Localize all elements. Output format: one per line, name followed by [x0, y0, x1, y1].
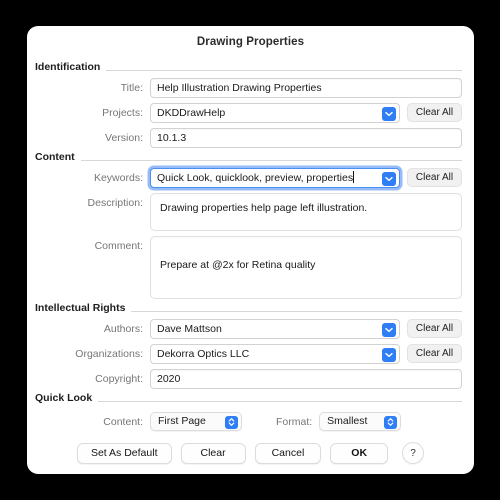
chevron-up-down-icon[interactable]: [384, 415, 398, 429]
quick-look-format-label: Format:: [276, 415, 313, 428]
projects-label: Projects:: [102, 107, 143, 119]
dialog-title-bar: Drawing Properties: [27, 26, 474, 58]
keywords-combobox[interactable]: Quick Look, quicklook, preview, properti…: [150, 168, 400, 188]
quick-look-format-popup[interactable]: Smallest: [319, 412, 402, 431]
description-textarea[interactable]: Drawing properties help page left illust…: [150, 193, 462, 231]
authors-combobox[interactable]: Dave Mattson: [150, 319, 400, 339]
section-divider: [106, 69, 462, 71]
section-label-identification: Identification: [35, 61, 101, 73]
section-label-intellectual-rights: Intellectual Rights: [35, 302, 126, 314]
row-keywords: Keywords: Quick Look, quicklook, preview…: [27, 168, 474, 188]
row-projects: Projects: DKDDrawHelp Clear All: [27, 103, 474, 123]
version-label: Version:: [105, 132, 143, 144]
version-input[interactable]: 10.1.3: [150, 128, 462, 148]
page-title: Drawing Properties: [196, 36, 305, 48]
projects-combobox[interactable]: DKDDrawHelp: [150, 103, 400, 123]
row-authors: Authors: Dave Mattson Clear All: [27, 319, 474, 339]
chevron-down-icon[interactable]: [382, 172, 396, 186]
description-label: Description:: [87, 197, 143, 209]
organizations-combobox[interactable]: Dekorra Optics LLC: [150, 344, 400, 364]
section-header-identification: Identification: [27, 61, 474, 73]
comment-textarea[interactable]: Prepare at @2x for Retina quality: [150, 236, 462, 299]
quick-look-content-value: First Page: [158, 415, 206, 427]
authors-value: Dave Mattson: [157, 323, 222, 335]
organizations-clear-all-button[interactable]: Clear All: [407, 344, 462, 363]
projects-value: DKDDrawHelp: [157, 107, 226, 119]
chevron-down-icon[interactable]: [382, 348, 396, 362]
clear-button[interactable]: Clear: [180, 442, 246, 464]
keywords-value: Quick Look, quicklook, preview, properti…: [157, 172, 354, 184]
section-label-content: Content: [35, 151, 75, 163]
section-divider: [80, 159, 462, 161]
title-input[interactable]: Help Illustration Drawing Properties: [150, 78, 462, 98]
section-label-quick-look: Quick Look: [35, 392, 93, 404]
quick-look-content-popup[interactable]: First Page: [150, 412, 242, 431]
projects-clear-all-button[interactable]: Clear All: [407, 103, 462, 122]
section-divider: [131, 310, 462, 312]
row-title: Title: Help Illustration Drawing Propert…: [27, 78, 474, 98]
row-organizations: Organizations: Dekorra Optics LLC Clear …: [27, 344, 474, 364]
organizations-label: Organizations:: [75, 348, 143, 360]
chevron-down-icon[interactable]: [382, 107, 396, 121]
row-version: Version: 10.1.3: [27, 128, 474, 148]
keywords-clear-all-button[interactable]: Clear All: [407, 168, 462, 187]
dialog-button-row: Set As Default Clear Cancel OK ?: [27, 442, 474, 464]
chevron-down-icon[interactable]: [382, 323, 396, 337]
cancel-button[interactable]: Cancel: [254, 442, 322, 464]
title-label: Title:: [120, 82, 143, 94]
copyright-label: Copyright:: [95, 373, 143, 385]
comment-label: Comment:: [94, 240, 143, 252]
help-button[interactable]: ?: [402, 442, 425, 464]
row-quick-look-options: Content: First Page Format: Smallest: [27, 412, 474, 431]
quick-look-content-label: Content:: [103, 415, 143, 428]
text-caret: [353, 171, 355, 183]
row-comment: Comment: Prepare at @2x for Retina quali…: [27, 236, 474, 299]
authors-label: Authors:: [103, 323, 143, 335]
keywords-label: Keywords:: [93, 172, 143, 184]
drawing-properties-dialog: Drawing Properties Identification Title:…: [27, 26, 474, 474]
organizations-value: Dekorra Optics LLC: [157, 348, 250, 360]
quick-look-format-value: Smallest: [327, 415, 368, 427]
section-header-intellectual-rights: Intellectual Rights: [27, 302, 474, 314]
set-as-default-button[interactable]: Set As Default: [76, 442, 172, 464]
section-header-content: Content: [27, 151, 474, 163]
section-header-quick-look: Quick Look: [27, 392, 474, 404]
ok-button[interactable]: OK: [330, 442, 389, 464]
row-copyright: Copyright: 2020: [27, 369, 474, 389]
copyright-input[interactable]: 2020: [150, 369, 462, 389]
section-divider: [98, 400, 462, 402]
chevron-up-down-icon[interactable]: [225, 415, 238, 429]
authors-clear-all-button[interactable]: Clear All: [407, 319, 462, 338]
row-description: Description: Drawing properties help pag…: [27, 193, 474, 231]
